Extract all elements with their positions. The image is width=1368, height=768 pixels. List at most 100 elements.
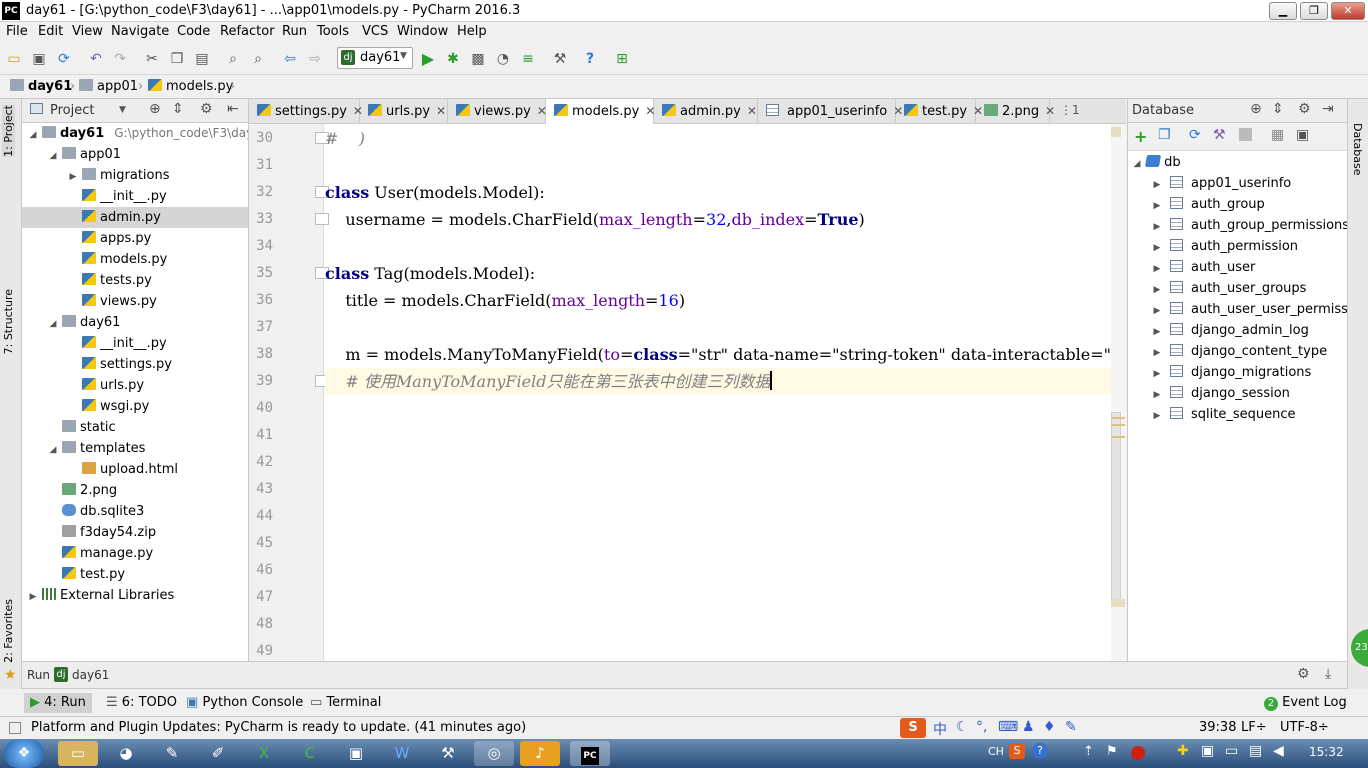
- run-configuration-select[interactable]: dj day61 ▼: [337, 47, 413, 69]
- word-taskbar-icon[interactable]: W: [382, 741, 422, 766]
- refresh-icon[interactable]: ⟳: [1189, 127, 1201, 143]
- debug-icon[interactable]: ✱: [444, 50, 462, 68]
- tree-item[interactable]: ▶ External Libraries: [22, 585, 248, 606]
- caret-position[interactable]: 39:38: [1199, 720, 1236, 735]
- tree-item[interactable]: models.py: [22, 249, 248, 270]
- forward-icon[interactable]: ⇨: [306, 50, 324, 68]
- tree-item[interactable]: wsgi.py: [22, 396, 248, 417]
- db-table-item[interactable]: ▶ django_migrations: [1128, 362, 1347, 383]
- expand-triangle-icon[interactable]: ▶: [68, 167, 78, 188]
- help-tray-icon[interactable]: ?: [1032, 743, 1048, 759]
- hide-panel-icon[interactable]: ⤓: [1325, 666, 1331, 682]
- expand-triangle-icon[interactable]: ▶: [1152, 238, 1162, 259]
- tray-arrow-icon[interactable]: ⇡: [1083, 744, 1094, 759]
- event-log-tool-button[interactable]: 2 Event Log: [1258, 693, 1353, 713]
- code-line[interactable]: [325, 557, 1125, 584]
- sogou-ime-icon[interactable]: S: [900, 718, 926, 738]
- code-line[interactable]: # 使用ManyToManyField只能在第三张表中创建三列数据: [325, 368, 1125, 395]
- collapse-triangle-icon[interactable]: ◢: [48, 314, 58, 335]
- expand-triangle-icon[interactable]: ▶: [1152, 385, 1162, 406]
- code-line[interactable]: [325, 476, 1125, 503]
- scroll-from-source-icon[interactable]: ⊕: [149, 101, 161, 117]
- gear-icon[interactable]: ⚙: [1298, 101, 1311, 117]
- breadcrumb-app01[interactable]: app01: [79, 79, 138, 94]
- add-datasource-icon[interactable]: +: [1134, 127, 1147, 146]
- expand-triangle-icon[interactable]: ▶: [1152, 280, 1162, 301]
- chrome-taskbar-icon[interactable]: ◎: [474, 741, 514, 766]
- structure-tool-button[interactable]: 7: Structure: [2, 289, 15, 354]
- minimize-button[interactable]: ▁: [1269, 2, 1297, 20]
- menu-view[interactable]: View: [72, 24, 103, 39]
- excel-taskbar-icon[interactable]: X: [244, 741, 284, 766]
- expand-triangle-icon[interactable]: ▶: [1152, 406, 1162, 427]
- project-tool-button[interactable]: 1: Project: [2, 105, 15, 157]
- start-button[interactable]: ❖: [4, 739, 44, 768]
- tree-item[interactable]: test.py: [22, 564, 248, 585]
- paint-taskbar-icon[interactable]: ✐: [198, 741, 238, 766]
- tool-windows-toggle-icon[interactable]: [9, 722, 21, 734]
- database-root[interactable]: ◢ db: [1128, 152, 1347, 173]
- tray-flag-icon[interactable]: ⚑: [1106, 744, 1118, 759]
- tree-item[interactable]: ◢ app01: [22, 144, 248, 167]
- menu-navigate[interactable]: Navigate: [111, 24, 169, 39]
- console-icon[interactable]: ▣: [1296, 127, 1309, 143]
- update-badge[interactable]: 23: [1351, 629, 1368, 667]
- todo-tool-button[interactable]: ☰ 6: TODO: [100, 693, 183, 713]
- sogou-tray-icon[interactable]: S: [1009, 743, 1025, 759]
- tree-item[interactable]: ◢ day61: [22, 312, 248, 335]
- collapse-all-icon[interactable]: ⇕: [172, 101, 184, 117]
- tab-models-py[interactable]: models.py ✕: [546, 99, 655, 124]
- tree-item[interactable]: f3day54.zip: [22, 522, 248, 543]
- scrollbar-thumb[interactable]: [1111, 412, 1121, 602]
- paste-icon[interactable]: ▤: [193, 50, 211, 68]
- db-table-item[interactable]: ▶ django_admin_log: [1128, 320, 1347, 341]
- tree-item[interactable]: ▶ migrations: [22, 165, 248, 188]
- code-line[interactable]: [325, 611, 1125, 638]
- save-icon[interactable]: ▣: [30, 50, 48, 68]
- tab-settings-py[interactable]: settings.py ✕: [249, 99, 363, 124]
- tree-item[interactable]: db.sqlite3: [22, 501, 248, 522]
- tree-item[interactable]: apps.py: [22, 228, 248, 249]
- help-icon[interactable]: ?: [581, 50, 599, 68]
- coverage-icon[interactable]: ▩: [469, 50, 487, 68]
- gear-icon[interactable]: ⚙: [200, 101, 213, 117]
- collapse-all-icon[interactable]: ⇕: [1272, 101, 1284, 117]
- gear-icon[interactable]: ⚙: [1297, 666, 1310, 682]
- user-icon[interactable]: ♟: [1022, 719, 1035, 735]
- volume-icon[interactable]: ◀: [1273, 743, 1284, 759]
- code-line[interactable]: [325, 503, 1125, 530]
- tab-2-png[interactable]: 2.png ✕: [976, 99, 1055, 124]
- collapse-triangle-icon[interactable]: ◢: [28, 125, 38, 146]
- code-line[interactable]: class User(models.Model):: [325, 179, 1125, 206]
- hide-panel-icon[interactable]: ⇤: [227, 101, 239, 117]
- run-config-name[interactable]: day61: [72, 668, 109, 682]
- tab-urls-py[interactable]: urls.py ✕: [360, 99, 448, 124]
- close-tab-icon[interactable]: ✕: [1045, 104, 1055, 118]
- close-tab-icon[interactable]: ✕: [747, 104, 757, 118]
- moon-icon[interactable]: ☾: [956, 719, 969, 735]
- collapse-triangle-icon[interactable]: ◢: [48, 146, 58, 167]
- menu-file[interactable]: File: [6, 24, 28, 39]
- tools-taskbar-icon[interactable]: ⚒: [428, 741, 468, 766]
- menu-edit[interactable]: Edit: [38, 24, 63, 39]
- open-folder-icon[interactable]: ▭: [5, 50, 23, 68]
- keyboard-icon[interactable]: ⌨: [998, 719, 1018, 735]
- expand-triangle-icon[interactable]: ▶: [1152, 301, 1162, 322]
- browser-taskbar-icon[interactable]: ◕: [106, 741, 146, 766]
- tab-app01-userinfo[interactable]: app01_userinfo ✕: [758, 99, 903, 124]
- code-line[interactable]: [325, 233, 1125, 260]
- expand-triangle-icon[interactable]: ▶: [1152, 364, 1162, 385]
- run-tool-button[interactable]: ▶ 4: Run: [24, 693, 92, 713]
- tray-network-icon[interactable]: ✚: [1177, 743, 1189, 759]
- tree-item[interactable]: static: [22, 417, 248, 438]
- db-table-item[interactable]: ▶ sqlite_sequence: [1128, 404, 1347, 425]
- ime-mode[interactable]: 中: [933, 719, 947, 739]
- punctuation-icon[interactable]: °,: [976, 719, 987, 735]
- settings-wrench-icon[interactable]: ⚒: [551, 50, 569, 68]
- tree-item[interactable]: ◢ templates: [22, 438, 248, 459]
- code-line[interactable]: [325, 314, 1125, 341]
- code-line[interactable]: [325, 449, 1125, 476]
- db-table-item[interactable]: ▶ auth_group_permissions: [1128, 215, 1347, 236]
- copy-icon[interactable]: ❐: [168, 50, 186, 68]
- menu-tools[interactable]: Tools: [317, 24, 349, 39]
